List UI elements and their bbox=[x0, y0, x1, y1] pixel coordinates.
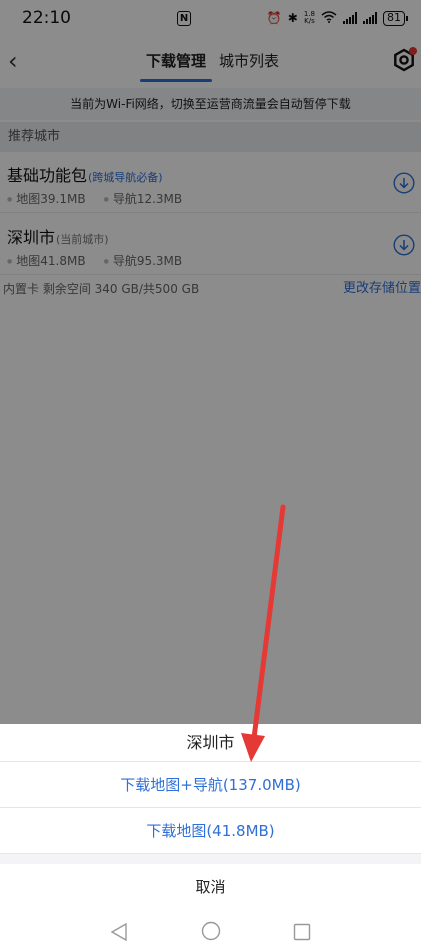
download-options-sheet: 深圳市 下载地图+导航(137.0MB) 下载地图(41.8MB) 取消 bbox=[0, 724, 421, 952]
download-map-only-button[interactable]: 下载地图(41.8MB) bbox=[0, 808, 421, 854]
nav-recent-icon[interactable] bbox=[293, 923, 311, 941]
nav-home-icon[interactable] bbox=[201, 921, 221, 941]
system-nav-bar bbox=[0, 910, 421, 952]
sheet-title: 深圳市 bbox=[0, 724, 421, 762]
download-map-and-nav-button[interactable]: 下载地图+导航(137.0MB) bbox=[0, 762, 421, 808]
cancel-button[interactable]: 取消 bbox=[0, 864, 421, 910]
nav-back-icon[interactable] bbox=[110, 922, 128, 942]
